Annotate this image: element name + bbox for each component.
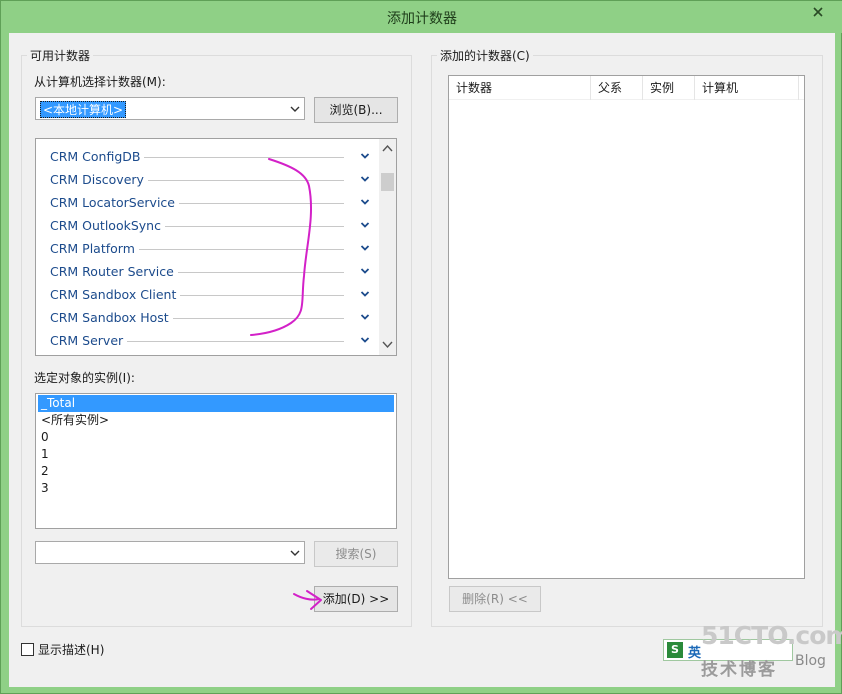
added-counters-table[interactable]: 计数器 父系 实例 计算机: [448, 75, 805, 579]
counter-item[interactable]: CRM Router Service: [50, 261, 370, 281]
counter-item-label: CRM Discovery: [50, 172, 148, 187]
counter-item[interactable]: CRM Platform: [50, 238, 370, 258]
scroll-thumb[interactable]: [381, 173, 394, 191]
instance-item[interactable]: 3: [38, 480, 49, 497]
counter-item-label: CRM Sandbox Host: [50, 310, 173, 325]
computer-combobox[interactable]: <本地计算机>: [35, 97, 305, 120]
close-button[interactable]: [804, 2, 832, 22]
computer-combobox-value: <本地计算机>: [40, 101, 127, 118]
counter-item-label: CRM ConfigDB: [50, 149, 145, 164]
window-title: 添加计数器: [387, 11, 457, 27]
counter-item[interactable]: CRM Discovery: [50, 169, 370, 189]
dialog-body: 可用计数器 从计算机选择计数器(M): <本地计算机> 浏览(B)... CRM…: [9, 33, 835, 687]
instance-item[interactable]: 1: [38, 446, 49, 463]
column-header-computer[interactable]: 计算机: [695, 76, 799, 100]
chevron-down-icon[interactable]: [360, 218, 370, 233]
chevron-down-icon[interactable]: [360, 241, 370, 256]
chevron-down-icon[interactable]: [360, 287, 370, 302]
instance-item[interactable]: _Total: [38, 395, 394, 412]
counter-item[interactable]: CRM OutlookSync: [50, 215, 370, 235]
counter-item[interactable]: CRM ConfigDB: [50, 146, 370, 166]
counter-item-label: CRM LocatorService: [50, 195, 179, 210]
counter-item-label: CRM Platform: [50, 241, 139, 256]
column-header-instance[interactable]: 实例: [643, 76, 695, 100]
column-header-parent[interactable]: 父系: [591, 76, 643, 100]
chevron-down-icon[interactable]: [290, 547, 300, 561]
counter-item-divider: [110, 341, 344, 342]
counter-item-label: CRM OutlookSync: [50, 218, 165, 233]
instance-item[interactable]: <所有实例>: [38, 412, 109, 429]
column-header-counter[interactable]: 计数器: [449, 76, 591, 100]
instance-list[interactable]: _Total <所有实例> 0 1 2 3: [35, 393, 397, 529]
chevron-down-icon[interactable]: [360, 172, 370, 187]
show-description-checkbox[interactable]: [21, 643, 34, 656]
show-description-label: 显示描述(H): [38, 643, 105, 657]
remove-button[interactable]: 删除(R) <<: [449, 586, 541, 612]
watermark-blog: Blog: [795, 653, 826, 669]
title-bar[interactable]: 添加计数器: [1, 1, 842, 33]
browse-button[interactable]: 浏览(B)...: [314, 97, 398, 123]
search-combobox[interactable]: [35, 541, 305, 564]
chevron-down-icon[interactable]: [360, 264, 370, 279]
instance-item[interactable]: 0: [38, 429, 49, 446]
dialog-window: 添加计数器 可用计数器 从计算机选择计数器(M): <本地计算机> 浏览(B).…: [0, 0, 842, 694]
counter-item-label: CRM Router Service: [50, 264, 178, 279]
watermark-tagline: 技术博客: [701, 660, 777, 680]
table-header: 计数器 父系 实例 计算机: [449, 76, 804, 100]
computer-select-label: 从计算机选择计数器(M):: [34, 75, 166, 89]
added-counters-group-label: 添加的计数器(C): [437, 47, 533, 64]
counter-list-scrollbar[interactable]: [379, 139, 396, 355]
counter-list[interactable]: CRM ConfigDB CRM Discovery CRM LocatorServ…: [35, 138, 397, 356]
scroll-down-icon[interactable]: [382, 341, 393, 349]
counter-item-label: CRM Server: [50, 333, 128, 348]
chevron-down-icon[interactable]: [360, 149, 370, 164]
watermark: 51CTO.com 技术博客 Blog: [661, 621, 842, 691]
counter-item-divider: [110, 157, 344, 158]
instances-label: 选定对象的实例(I):: [34, 371, 135, 385]
close-icon: [813, 7, 823, 17]
chevron-down-icon[interactable]: [360, 310, 370, 325]
counter-item-divider: [110, 249, 344, 250]
chevron-down-icon[interactable]: [360, 333, 370, 348]
counter-item[interactable]: CRM Sandbox Client: [50, 284, 370, 304]
counter-item[interactable]: CRM Sandbox Host: [50, 307, 370, 327]
counter-item[interactable]: CRM LocatorService: [50, 192, 370, 212]
counter-item[interactable]: CRM Server: [50, 330, 370, 350]
search-button[interactable]: 搜索(S): [314, 541, 398, 567]
available-counters-group-label: 可用计数器: [27, 47, 94, 64]
instance-item[interactable]: 2: [38, 463, 49, 480]
chevron-down-icon[interactable]: [290, 103, 300, 117]
watermark-brand: 51CTO.com: [701, 621, 842, 650]
counter-item-label: CRM Sandbox Client: [50, 287, 181, 302]
scroll-up-icon[interactable]: [382, 144, 393, 152]
add-button[interactable]: 添加(D) >>: [314, 586, 398, 612]
chevron-down-icon[interactable]: [360, 195, 370, 210]
